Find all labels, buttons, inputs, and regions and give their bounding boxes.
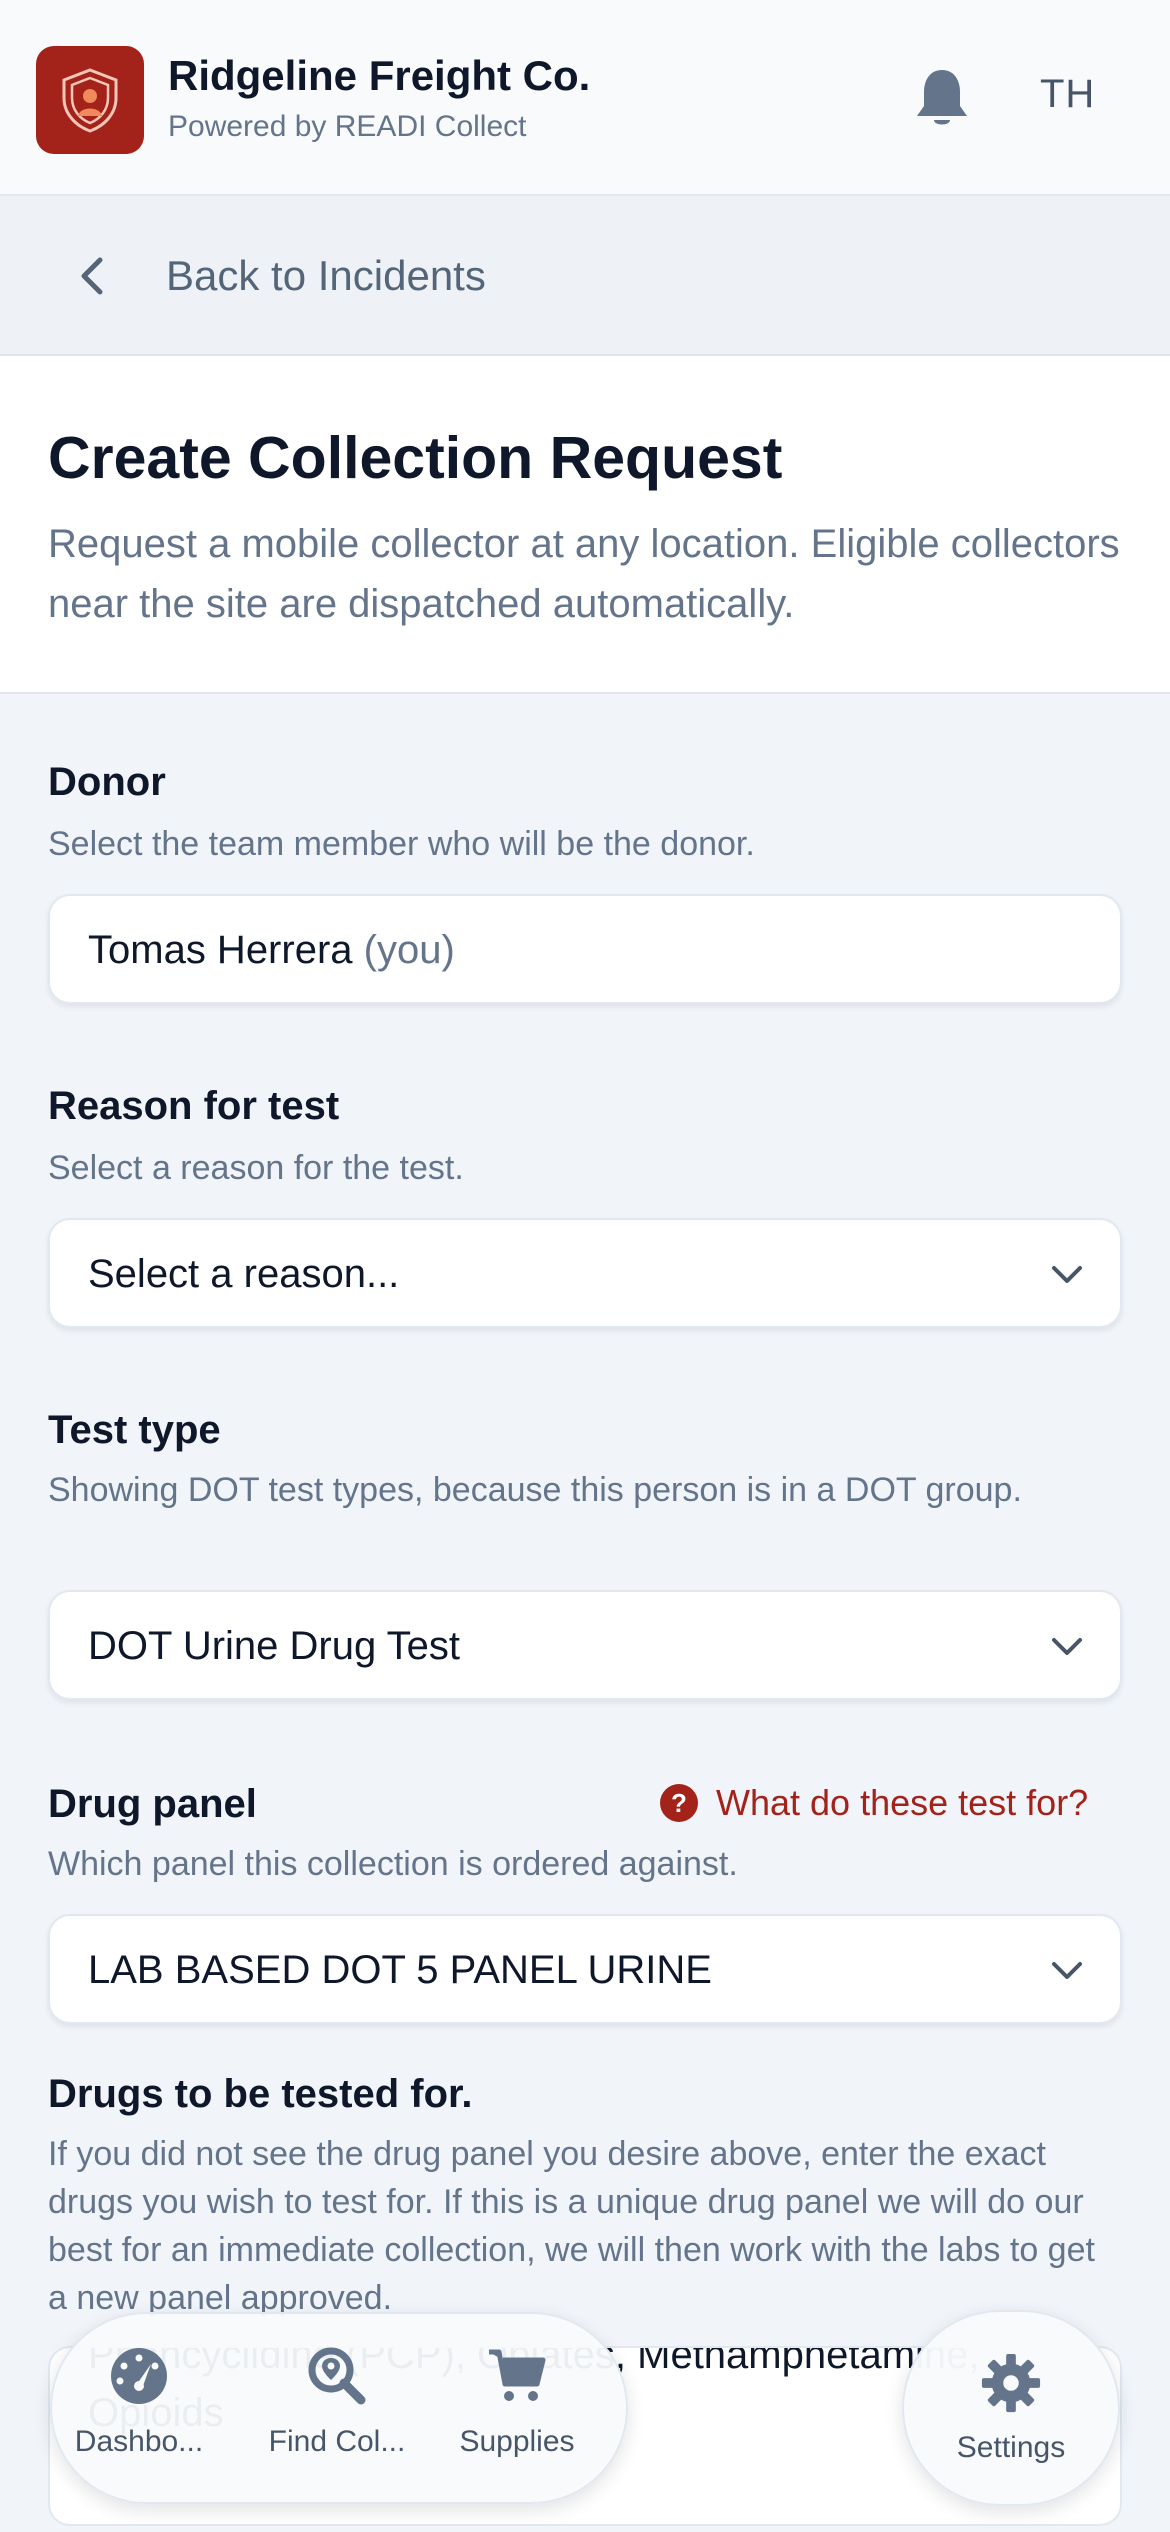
drug-panel-label: Drug panel: [48, 1782, 257, 1826]
nav-dashboard[interactable]: Dashbo...: [54, 2344, 224, 2459]
test-type-select[interactable]: DOT Urine Drug Test: [48, 1590, 1122, 1700]
app-header: Ridgeline Freight Co. Powered by READI C…: [0, 0, 1170, 196]
drugs-help: If you did not see the drug panel you de…: [48, 2135, 1095, 2317]
donor-label: Donor: [48, 760, 166, 804]
user-avatar[interactable]: TH: [1040, 72, 1095, 117]
reason-label: Reason for test: [48, 1084, 340, 1128]
chevron-down-icon: [1052, 1638, 1082, 1655]
donor-value: Tomas Herrera (you): [88, 928, 455, 972]
nav-dashboard-label: Dashbo...: [74, 2425, 204, 2458]
page-header-card: Create Collection Request Request a mobi…: [0, 356, 1170, 694]
nav-find-collector[interactable]: Find Col...: [252, 2344, 422, 2459]
bottom-nav: Dashbo... Find Col... Supplies: [50, 2312, 628, 2504]
page-subtitle: Request a mobile collector at any locati…: [48, 522, 1120, 626]
back-to-incidents-link[interactable]: Back to Incidents: [0, 196, 1170, 356]
back-label: Back to Incidents: [166, 252, 486, 299]
test-type-value: DOT Urine Drug Test: [88, 1624, 460, 1668]
bell-icon[interactable]: [912, 66, 972, 130]
nav-find-collector-label: Find Col...: [268, 2425, 406, 2458]
powered-by-text: Powered by READI Collect: [168, 110, 527, 143]
chevron-left-icon: [81, 257, 103, 295]
shield-logo-icon: [62, 68, 118, 133]
nav-supplies-label: Supplies: [459, 2425, 575, 2458]
drug-panel-value: LAB BASED DOT 5 PANEL URINE: [88, 1948, 712, 1992]
chevron-down-icon: [1052, 1266, 1082, 1283]
question-icon: ?: [660, 1784, 698, 1822]
nav-settings-label: Settings: [956, 2431, 1066, 2464]
gear-icon: [981, 2353, 1041, 2413]
nav-settings[interactable]: Settings: [902, 2310, 1120, 2506]
drug-panel-select[interactable]: LAB BASED DOT 5 PANEL URINE: [48, 1914, 1122, 2024]
nav-supplies[interactable]: Supplies: [432, 2344, 602, 2459]
drug-panel-help-text: What do these test for?: [716, 1782, 1089, 1823]
donor-field[interactable]: Tomas Herrera (you): [48, 894, 1122, 1004]
donor-help: Select the team member who will be the d…: [48, 825, 755, 863]
test-type-help: Showing DOT test types, because this per…: [48, 1471, 1022, 1509]
company-name: Ridgeline Freight Co.: [168, 52, 591, 99]
drug-panel-help: Which panel this collection is ordered a…: [48, 1845, 738, 1883]
drugs-label: Drugs to be tested for.: [48, 2072, 473, 2116]
find-location-icon: [308, 2347, 366, 2405]
drug-panel-help-link[interactable]: ? What do these test for?: [660, 1782, 1088, 1824]
reason-placeholder: Select a reason...: [88, 1252, 400, 1296]
cart-icon: [489, 2349, 546, 2401]
reason-help: Select a reason for the test.: [48, 1149, 464, 1187]
reason-select[interactable]: Select a reason...: [48, 1218, 1122, 1328]
dashboard-icon: [111, 2348, 167, 2404]
page-title: Create Collection Request: [48, 425, 783, 491]
chevron-down-icon: [1052, 1962, 1082, 1979]
test-type-label: Test type: [48, 1408, 221, 1452]
company-logo[interactable]: [36, 46, 144, 154]
